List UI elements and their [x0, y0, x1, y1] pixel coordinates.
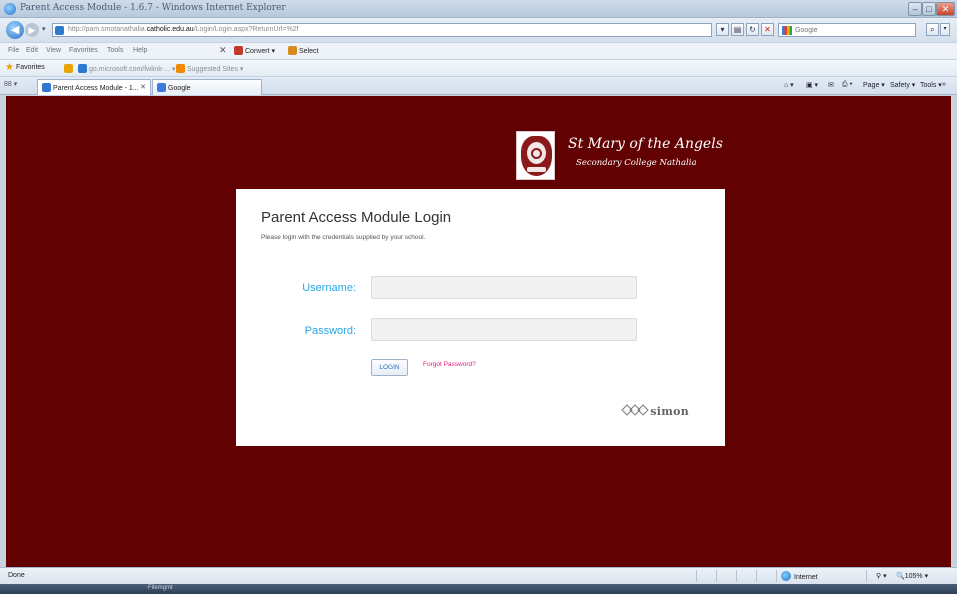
forward-button[interactable]: ▶: [25, 23, 39, 37]
mail-icon[interactable]: ✉: [828, 81, 834, 89]
select-icon: [288, 46, 297, 55]
google-icon: [157, 83, 166, 92]
search-icon[interactable]: ⌕: [926, 23, 939, 36]
taskbar-item[interactable]: Filemgmt: [148, 585, 173, 591]
menu-bar: File Edit View Favorites Tools Help ✕ Co…: [0, 42, 957, 59]
favorite-link-microsoft[interactable]: go.microsoft.com/fwlink-... ▾: [78, 64, 175, 73]
print-icon[interactable]: ⎙ ▾: [842, 81, 853, 89]
page-viewport: St Mary of the Angels Secondary College …: [6, 96, 951, 567]
password-label: Password:: [304, 325, 356, 337]
feeds-icon[interactable]: ▣ ▾: [806, 81, 818, 89]
address-input[interactable]: http://pam.smotanathalia.catholic.edu.au…: [52, 23, 712, 37]
ie-icon: [4, 3, 16, 15]
search-options-icon[interactable]: ▾: [940, 23, 950, 36]
password-input[interactable]: [371, 318, 637, 341]
address-toolbar: ◀ ▶ ▾ http://pam.smotanathalia.catholic.…: [0, 18, 957, 42]
ie-page-icon: [78, 64, 87, 73]
close-button[interactable]: ✕: [936, 2, 955, 16]
protected-mode-icon[interactable]: ⚲ ▾: [876, 572, 887, 580]
add-favorite-icon[interactable]: [64, 64, 75, 73]
minimize-button[interactable]: –: [908, 2, 922, 16]
login-panel: Parent Access Module Login Please login …: [236, 189, 725, 446]
quick-tabs-button[interactable]: 88 ▾: [4, 80, 28, 92]
favorites-button[interactable]: Favorites: [16, 64, 45, 71]
favorites-star-icon[interactable]: ★: [5, 63, 14, 73]
suggested-sites-icon: [176, 64, 185, 73]
school-subtitle: Secondary College Nathalia: [576, 158, 697, 168]
window-title: Parent Access Module - 1.6.7 - Windows I…: [20, 3, 286, 13]
stop-icon[interactable]: ✕: [761, 23, 774, 36]
help-icon[interactable]: »: [942, 81, 946, 88]
ie-page-icon: [42, 83, 51, 92]
tab-close-icon[interactable]: ✕: [140, 83, 146, 91]
search-field[interactable]: [778, 23, 916, 37]
safety-menu[interactable]: Safety ▾: [890, 81, 915, 89]
favorite-link-suggested-sites[interactable]: Suggested Sites ▾: [176, 64, 243, 73]
tab-google[interactable]: Google: [152, 79, 262, 95]
tab-parent-access-module[interactable]: Parent Access Module - 1... ✕: [37, 79, 151, 95]
google-icon: [782, 26, 792, 35]
forgot-password-link[interactable]: Forgot Password?: [423, 361, 476, 368]
menu-file[interactable]: File: [8, 47, 19, 54]
tab-bar: 88 ▾ Parent Access Module - 1... ✕ Googl…: [0, 76, 957, 95]
history-dropdown-icon[interactable]: ▾: [42, 25, 46, 33]
pdf-icon: [234, 46, 243, 55]
favorites-bar: ★ Favorites go.microsoft.com/fwlink-... …: [0, 59, 957, 76]
refresh-icon[interactable]: ↻: [746, 23, 759, 36]
close-toolbar-icon[interactable]: ✕: [219, 45, 227, 56]
select-button[interactable]: Select: [288, 46, 318, 55]
menu-favorites[interactable]: Favorites: [69, 47, 98, 54]
home-icon[interactable]: ⌂ ▾: [784, 81, 794, 89]
zoom-control[interactable]: 🔍105% ▾: [896, 572, 928, 580]
simon-mark-icon: [621, 404, 649, 416]
status-text: Done: [8, 572, 25, 579]
back-button[interactable]: ◀: [6, 21, 24, 39]
tools-menu[interactable]: Tools ▾: [920, 81, 942, 89]
menu-edit[interactable]: Edit: [26, 47, 38, 54]
page-icon: [55, 26, 64, 35]
search-input[interactable]: [795, 25, 913, 35]
compatibility-icon[interactable]: ▤: [731, 23, 744, 36]
convert-button[interactable]: Convert ▾: [234, 46, 275, 55]
login-instructions: Please login with the credentials suppli…: [261, 234, 426, 241]
menu-help[interactable]: Help: [133, 47, 147, 54]
login-button[interactable]: LOGIN: [371, 359, 408, 376]
address-dropdown-icon[interactable]: ▾: [716, 23, 729, 36]
username-label: Username:: [302, 282, 356, 294]
school-name: St Mary of the Angels: [568, 136, 723, 152]
login-title: Parent Access Module Login: [261, 209, 452, 226]
security-zone[interactable]: Internet: [781, 571, 818, 581]
page-menu[interactable]: Page ▾: [863, 81, 885, 89]
crest-icon: [521, 136, 552, 176]
menu-tools[interactable]: Tools: [107, 47, 123, 54]
menu-view[interactable]: View: [46, 47, 61, 54]
school-crest-logo: [516, 131, 555, 180]
url-text: http://pam.smotanathalia.catholic.edu.au…: [68, 26, 299, 33]
globe-icon: [781, 571, 791, 581]
taskbar: Filemgmt: [0, 584, 957, 594]
maximize-button[interactable]: □: [922, 2, 936, 16]
username-input[interactable]: [371, 276, 637, 299]
title-bar: Parent Access Module - 1.6.7 - Windows I…: [0, 0, 957, 18]
simon-logo: simon: [621, 404, 689, 418]
status-bar: Done Internet ⚲ ▾ 🔍105% ▾: [0, 567, 957, 584]
